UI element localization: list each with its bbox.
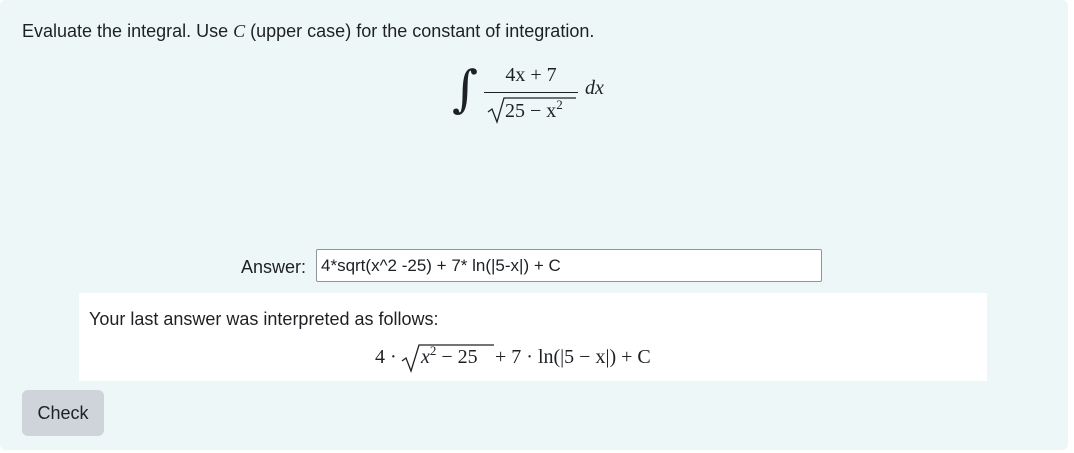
integral-sign: ∫ <box>452 60 479 118</box>
integrand-fraction: 4x + 7 25 − x2 <box>484 63 578 124</box>
fraction-bar <box>484 92 578 93</box>
denominator-radicand: 25 − x2 <box>505 97 563 123</box>
interpreted-radicand-base: x <box>421 346 430 368</box>
integrand-numerator: 4x + 7 <box>505 64 557 86</box>
validation-feedback: Your last answer was interpreted as foll… <box>79 293 987 381</box>
question-text: Evaluate the integral. Use C (upper case… <box>22 19 594 43</box>
radicand-base: 25 − x <box>505 100 557 122</box>
answer-label: Answer: <box>241 257 307 277</box>
answer-input[interactable] <box>316 249 822 282</box>
interpreted-expression: 4 · x2 − 25 + 7 · ln(|5 − x|) + C <box>375 343 715 373</box>
feedback-text: Your last answer was interpreted as foll… <box>89 309 439 329</box>
interpreted-suffix: + 7 · ln(|5 − x|) + C <box>495 346 651 368</box>
check-button[interactable]: Check <box>22 390 104 436</box>
interpreted-prefix: 4 · <box>375 346 397 368</box>
radicand-exponent: 2 <box>556 97 563 112</box>
question-text-before: Evaluate the integral. Use <box>22 21 234 41</box>
interpreted-radicand: x2 − 25 <box>421 344 478 369</box>
differential: dx <box>585 77 604 99</box>
interpreted-radicand-rest: − 25 <box>436 346 478 368</box>
integral-expression: ∫ 4x + 7 25 − x2 dx <box>452 58 632 128</box>
question-panel: Evaluate the integral. Use C (upper case… <box>0 0 1068 450</box>
question-text-after: (upper case) for the constant of integra… <box>245 21 595 41</box>
integrand-denominator: 25 − x2 <box>484 96 578 124</box>
constant-variable: C <box>233 21 246 41</box>
